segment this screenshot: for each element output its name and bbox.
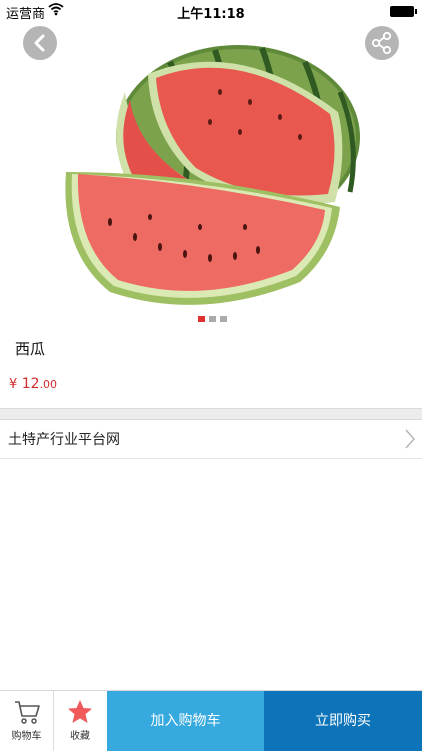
product-title: 西瓜 xyxy=(15,340,46,358)
section-divider xyxy=(0,408,422,420)
star-icon xyxy=(68,700,92,723)
product-price: ¥ 12.00 xyxy=(9,376,57,392)
price-currency: ¥ xyxy=(9,377,18,392)
back-button[interactable] xyxy=(23,26,57,60)
share-icon xyxy=(371,31,392,55)
share-button[interactable] xyxy=(365,26,399,60)
chevron-left-icon xyxy=(34,34,45,52)
favorite-tab-label: 收藏 xyxy=(70,731,90,742)
favorite-tab[interactable]: 收藏 xyxy=(54,691,106,751)
cart-tab-label: 购物车 xyxy=(11,731,42,742)
cart-tab[interactable]: 购物车 xyxy=(0,691,54,751)
carousel-dot[interactable] xyxy=(209,316,216,322)
buy-now-button[interactable]: 立即购买 xyxy=(264,691,422,751)
chevron-right-icon xyxy=(404,428,416,454)
status-bar: 运营商 上午11:18 xyxy=(0,0,422,22)
add-to-cart-button[interactable]: 加入购物车 xyxy=(107,691,264,751)
battery-icon xyxy=(390,6,417,17)
carousel-dot[interactable] xyxy=(198,316,205,322)
watermelon-photo xyxy=(65,45,360,305)
carousel-dot[interactable] xyxy=(220,316,227,322)
clock: 上午11:18 xyxy=(177,7,245,22)
bottom-action-bar: 购物车 收藏 加入购物车 立即购买 xyxy=(0,690,422,751)
shop-name: 土特产行业平台网 xyxy=(8,432,120,448)
price-integer: 12 xyxy=(21,376,40,392)
product-image-carousel[interactable] xyxy=(0,22,422,330)
shop-link-row[interactable]: 土特产行业平台网 xyxy=(0,420,422,459)
price-decimal: .00 xyxy=(39,378,58,391)
shopping-cart-icon xyxy=(14,701,40,724)
